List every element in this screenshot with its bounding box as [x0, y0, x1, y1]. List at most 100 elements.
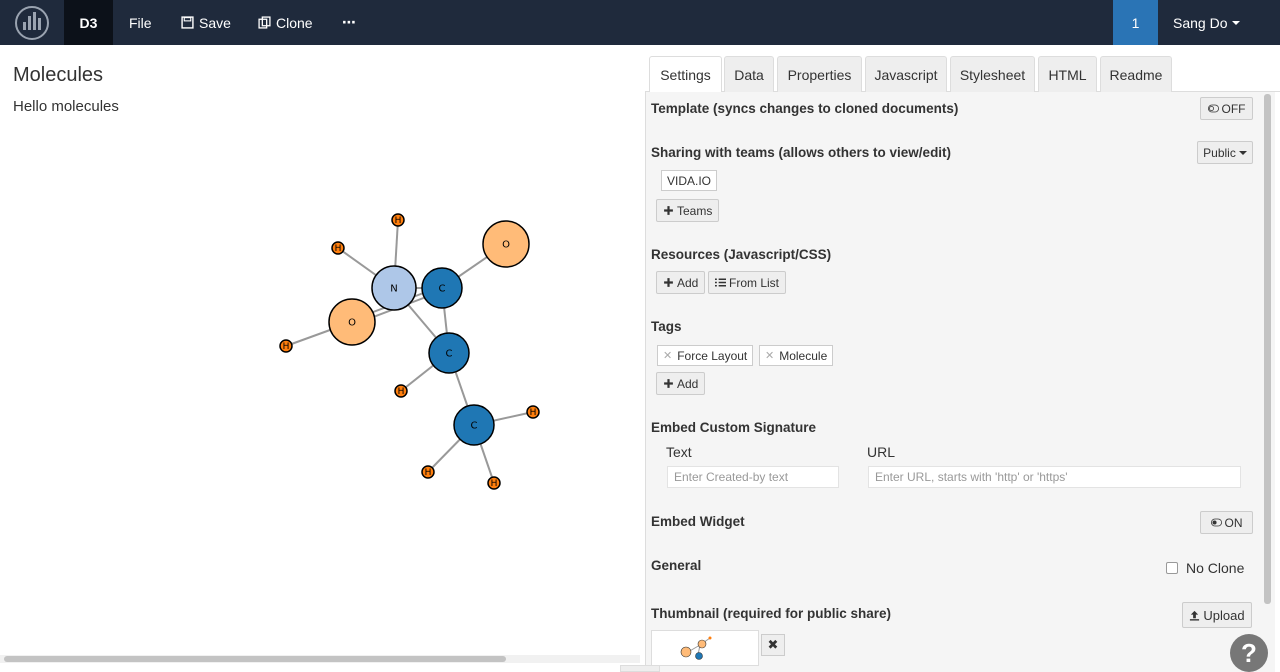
atom-label: C: [446, 349, 453, 360]
add-tag-button[interactable]: Add: [656, 372, 706, 395]
add-resource-button[interactable]: Add: [656, 271, 706, 294]
thumbnail-image: [680, 636, 712, 660]
atom-h[interactable]: H: [394, 384, 408, 398]
embed-widget-title: Embed Widget: [651, 514, 745, 529]
molecule-visualization[interactable]: N C O O C C H H H H H H H: [0, 130, 640, 650]
add-team-button[interactable]: Teams: [656, 199, 720, 222]
help-icon[interactable]: ?: [1230, 634, 1268, 672]
atom-label: H: [283, 342, 290, 352]
template-toggle[interactable]: OFF: [1200, 97, 1253, 120]
clone-button[interactable]: Clone: [258, 0, 313, 45]
atom-c[interactable]: C: [453, 404, 495, 446]
from-list-label: From List: [729, 275, 780, 290]
upload-label: Upload: [1203, 607, 1245, 623]
remove-thumbnail-button[interactable]: ✖: [761, 634, 785, 656]
team-label: VIDA.IO: [661, 170, 718, 191]
app-logo[interactable]: [0, 0, 64, 45]
atom-h[interactable]: H: [526, 405, 540, 419]
document-title: Molecules: [13, 64, 104, 86]
team-name: VIDA.IO: [667, 173, 712, 188]
settings-panel: [645, 92, 1275, 672]
atom-h[interactable]: H: [421, 465, 435, 479]
tags-title: Tags: [651, 319, 682, 334]
bar-chart-logo-icon: [15, 5, 49, 40]
clone-icon: [258, 16, 271, 29]
signature-title: Embed Custom Signature: [651, 420, 817, 435]
file-menu[interactable]: File: [129, 0, 152, 45]
atom-label: H: [425, 468, 432, 478]
tab-readme[interactable]: Readme: [1100, 56, 1172, 92]
teams-button-label: Teams: [677, 203, 713, 218]
atom-label: H: [530, 408, 537, 418]
file-menu-label: File: [129, 14, 152, 31]
clone-label: Clone: [276, 14, 313, 31]
atom-h[interactable]: H: [487, 476, 501, 490]
sharing-dropdown[interactable]: Public: [1197, 141, 1253, 164]
vertical-scrollbar[interactable]: [1264, 94, 1271, 604]
atom-label: C: [439, 284, 446, 295]
resources-title: Resources (Javascript/CSS): [651, 247, 832, 262]
no-clone-checkbox[interactable]: [1166, 562, 1178, 574]
atom-c[interactable]: C: [428, 332, 470, 374]
embed-widget-toggle[interactable]: ON: [1200, 511, 1253, 534]
from-list-button[interactable]: From List: [708, 271, 787, 294]
remove-tag-icon[interactable]: ✕: [765, 349, 774, 362]
atoms: N C O O C C H H H H H H H: [279, 213, 540, 490]
user-name: Sang Do: [1173, 14, 1228, 31]
nav-d3[interactable]: D3: [64, 0, 113, 45]
url-label: URL: [867, 444, 896, 460]
tab-html[interactable]: HTML: [1038, 56, 1097, 92]
toggle-on-icon: [1210, 518, 1222, 527]
atom-o[interactable]: O: [328, 298, 376, 346]
tab-settings[interactable]: Settings: [649, 56, 722, 93]
document-description: Hello molecules: [13, 98, 119, 115]
plus-icon: [664, 206, 673, 215]
caret-down-icon: [1232, 20, 1241, 25]
atom-o[interactable]: O: [482, 220, 530, 268]
remove-tag-icon[interactable]: ✕: [663, 349, 672, 362]
upload-button[interactable]: Upload: [1182, 602, 1252, 628]
atom-h[interactable]: H: [331, 241, 345, 255]
tab-stylesheet[interactable]: Stylesheet: [950, 56, 1035, 92]
atom-n[interactable]: N: [371, 265, 417, 311]
tab-javascript[interactable]: Javascript: [865, 56, 947, 92]
embed-widget-toggle-label: ON: [1224, 515, 1243, 530]
text-label: Text: [666, 444, 692, 460]
general-title: General: [651, 558, 702, 573]
atom-label: H: [335, 244, 342, 254]
atom-c[interactable]: C: [421, 267, 463, 309]
atom-label: H: [398, 387, 405, 397]
signature-url-input[interactable]: Enter URL, starts with 'http' or 'https': [868, 466, 1241, 488]
toggle-off-icon: [1207, 104, 1219, 113]
editor-tabs: Settings Data Properties Javascript Styl…: [645, 56, 1280, 93]
add-resource-label: Add: [677, 275, 699, 290]
thumbnail-title: Thumbnail (required for public share): [651, 606, 892, 621]
tab-properties[interactable]: Properties: [777, 56, 862, 92]
atom-label: H: [491, 479, 498, 489]
save-button[interactable]: Save: [181, 0, 231, 45]
save-label: Save: [199, 14, 231, 31]
user-menu[interactable]: Sang Do: [1173, 0, 1241, 45]
tag-force-layout[interactable]: ✕ Force Layout: [657, 345, 754, 366]
tag-label: Molecule: [779, 348, 828, 363]
atom-label: N: [390, 284, 397, 295]
more-menu-icon[interactable]: ⋯: [342, 0, 356, 45]
atom-h[interactable]: H: [391, 213, 405, 227]
caret-down-icon: [1238, 150, 1247, 155]
template-toggle-label: OFF: [1221, 101, 1246, 116]
resize-handle[interactable]: [620, 665, 660, 672]
atom-label: C: [471, 421, 478, 432]
tag-molecule[interactable]: ✕ Molecule: [759, 345, 834, 366]
notification-count[interactable]: 1: [1113, 0, 1158, 45]
list-icon: [715, 278, 726, 287]
atom-h[interactable]: H: [279, 339, 293, 353]
signature-text-input[interactable]: Enter Created-by text: [667, 466, 839, 488]
upload-icon: [1190, 610, 1200, 621]
horizontal-scrollbar[interactable]: [0, 655, 640, 663]
sharing-value: Public: [1203, 145, 1236, 160]
no-clone-label: No Clone: [1186, 560, 1245, 576]
atom-label: O: [502, 240, 510, 251]
add-tag-label: Add: [677, 376, 699, 391]
scrollbar-thumb[interactable]: [4, 656, 506, 662]
tab-data[interactable]: Data: [724, 56, 774, 92]
